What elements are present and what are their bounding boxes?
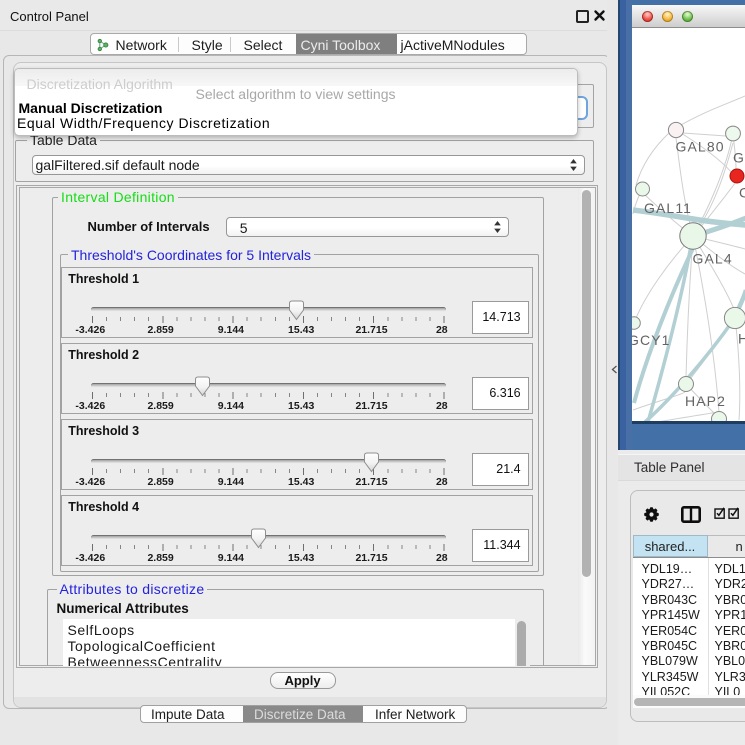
svg-text:HAP2: HAP2 bbox=[685, 393, 726, 409]
svg-text:GAL4: GAL4 bbox=[693, 250, 733, 266]
svg-text:GAL80: GAL80 bbox=[676, 138, 725, 154]
svg-text:C: C bbox=[739, 184, 745, 200]
svg-text:GCY1: GCY1 bbox=[632, 332, 671, 348]
svg-text:GAL11: GAL11 bbox=[644, 200, 692, 216]
svg-text:GA: GA bbox=[733, 149, 745, 165]
svg-text:H: H bbox=[738, 330, 745, 346]
